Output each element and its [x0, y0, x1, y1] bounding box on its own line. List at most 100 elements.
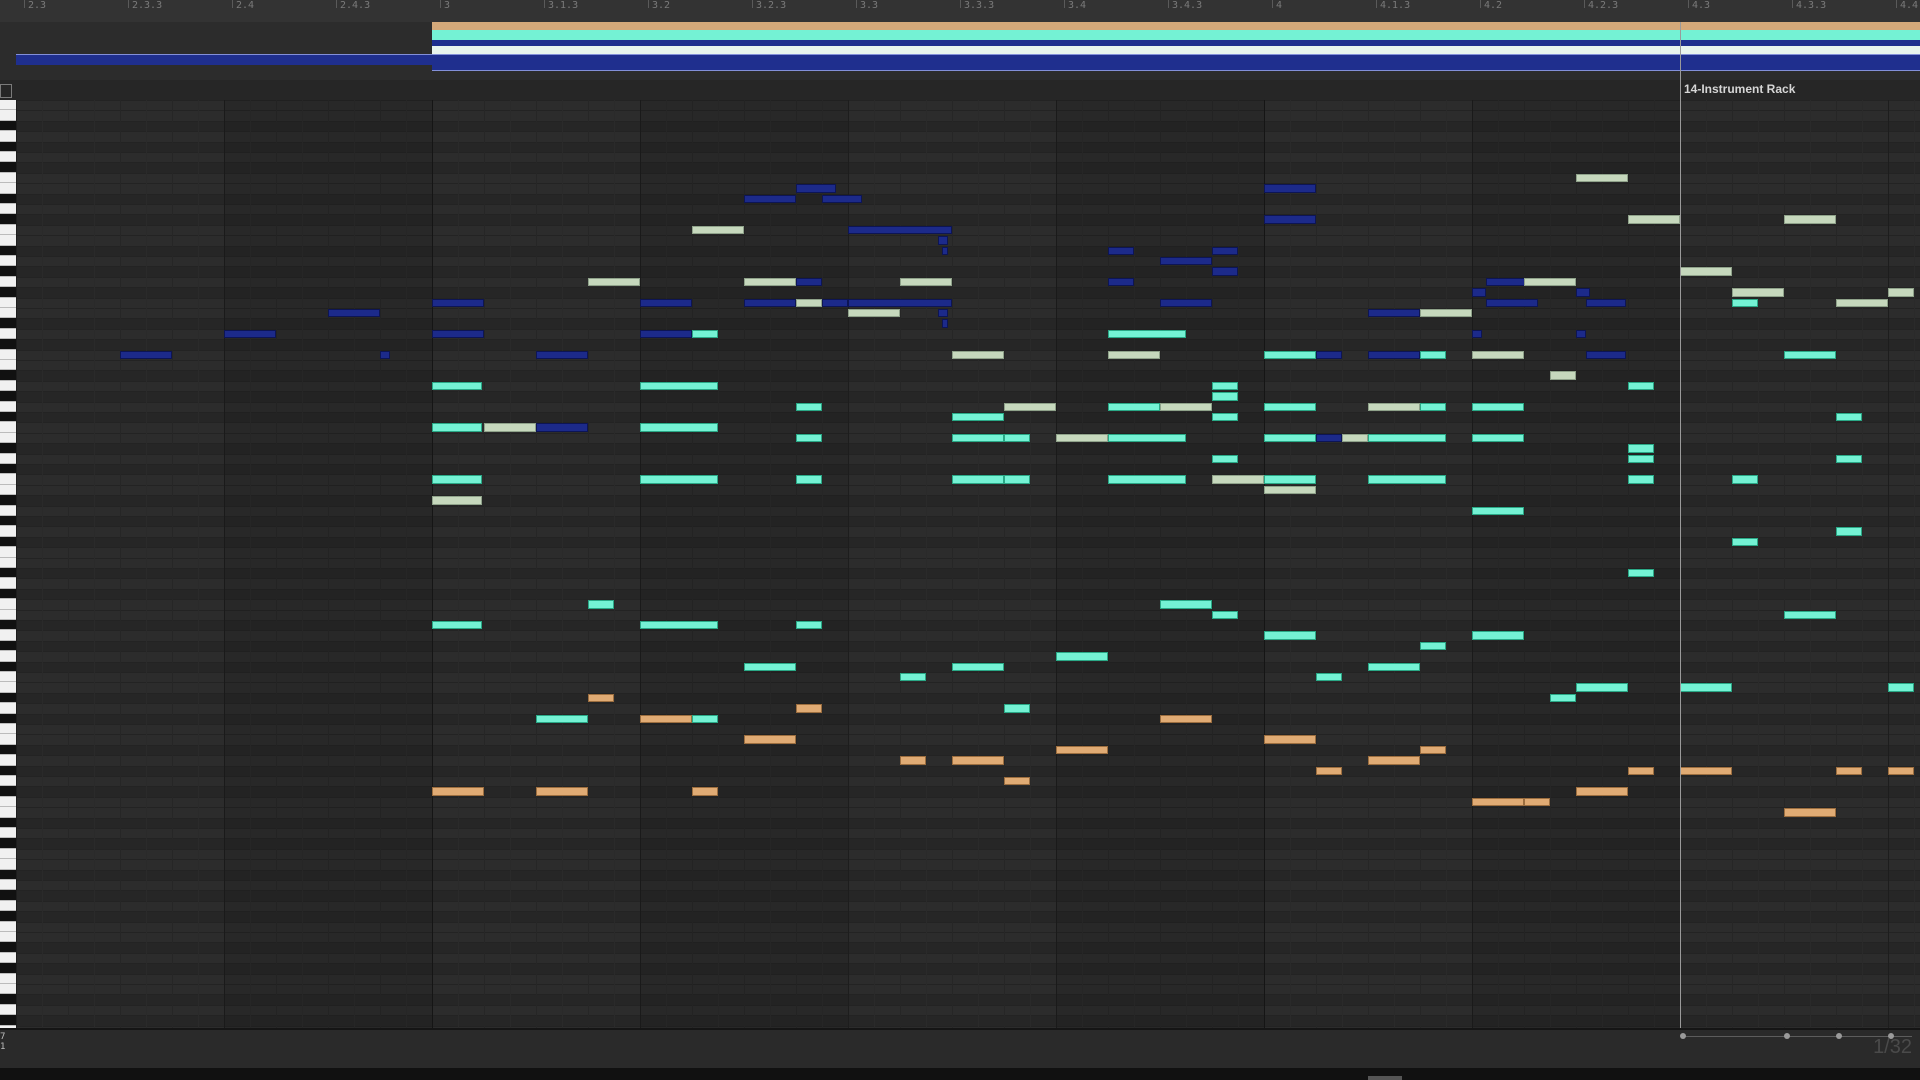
piano-key-white[interactable]	[0, 401, 16, 412]
piano-key-white[interactable]	[0, 328, 16, 340]
midi-note-cyan[interactable]	[432, 621, 482, 630]
midi-note-orange[interactable]	[796, 704, 822, 713]
midi-note-cyan[interactable]	[1836, 527, 1862, 536]
midi-note-navy[interactable]	[1368, 309, 1420, 318]
piano-key-white[interactable]	[0, 828, 16, 839]
midi-note-pale[interactable]	[588, 277, 640, 287]
clip-overview-strip[interactable]	[0, 22, 1920, 80]
midi-note-cyan[interactable]	[640, 621, 718, 630]
midi-note-cyan[interactable]	[432, 381, 482, 391]
midi-note-navy[interactable]	[744, 298, 796, 307]
piano-key-white[interactable]	[0, 349, 16, 360]
piano-key-white[interactable]	[0, 484, 16, 496]
piano-key-black[interactable]	[0, 765, 16, 776]
piano-key-white[interactable]	[0, 526, 16, 537]
midi-note-pale[interactable]	[1342, 433, 1368, 443]
midi-note-cyan[interactable]	[952, 475, 1004, 484]
midi-note-navy[interactable]	[1212, 246, 1238, 255]
midi-note-pale[interactable]	[432, 496, 482, 505]
midi-note-cyan[interactable]	[796, 433, 822, 443]
midi-note-pale[interactable]	[796, 298, 822, 307]
midi-note-navy[interactable]	[1586, 298, 1626, 307]
piano-key-black[interactable]	[0, 942, 16, 953]
piano-key-black[interactable]	[0, 120, 16, 132]
piano-key-white[interactable]	[0, 453, 16, 464]
midi-note-navy[interactable]	[1472, 329, 1482, 339]
piano-key-white[interactable]	[0, 276, 16, 288]
piano-key-white[interactable]	[0, 703, 16, 714]
midi-note-cyan[interactable]	[1732, 298, 1758, 307]
midi-note-navy[interactable]	[328, 309, 380, 318]
fold-toggle[interactable]	[0, 84, 12, 98]
midi-note-navy[interactable]	[1108, 246, 1134, 255]
midi-note-cyan[interactable]	[1784, 610, 1836, 619]
piano-key-black[interactable]	[0, 963, 16, 974]
piano-key-white[interactable]	[0, 547, 16, 558]
midi-note-cyan[interactable]	[1472, 506, 1524, 515]
midi-note-pale[interactable]	[484, 423, 536, 432]
piano-key-black[interactable]	[0, 495, 16, 506]
piano-key-black[interactable]	[0, 412, 16, 423]
midi-note-cyan[interactable]	[1628, 444, 1654, 453]
midi-note-navy[interactable]	[1316, 433, 1342, 443]
midi-note-cyan[interactable]	[1316, 673, 1342, 682]
velocity-dot[interactable]	[1680, 1033, 1686, 1039]
piano-key-white[interactable]	[0, 172, 16, 184]
midi-note-orange[interactable]	[1888, 766, 1914, 775]
piano-key-white[interactable]	[0, 973, 16, 984]
midi-note-cyan[interactable]	[1056, 652, 1108, 661]
midi-note-cyan[interactable]	[640, 475, 718, 484]
midi-note-pale[interactable]	[1004, 402, 1056, 411]
midi-note-pale[interactable]	[1212, 475, 1264, 484]
piano-key-white[interactable]	[0, 880, 16, 891]
midi-note-cyan[interactable]	[796, 621, 822, 630]
midi-note-navy[interactable]	[796, 277, 822, 287]
midi-note-pale[interactable]	[1108, 350, 1160, 359]
midi-note-navy[interactable]	[848, 225, 952, 235]
midi-note-cyan[interactable]	[1836, 413, 1862, 422]
midi-note-orange[interactable]	[1472, 797, 1524, 807]
midi-note-navy[interactable]	[1212, 267, 1238, 276]
midi-note-orange[interactable]	[640, 714, 692, 723]
midi-note-pale[interactable]	[1264, 485, 1316, 495]
midi-note-pale[interactable]	[692, 225, 744, 235]
midi-note-cyan[interactable]	[1212, 610, 1238, 619]
piano-key-black[interactable]	[0, 588, 16, 600]
midi-note-cyan[interactable]	[1550, 693, 1576, 703]
piano-key-black[interactable]	[0, 536, 16, 548]
midi-note-cyan[interactable]	[1004, 475, 1030, 484]
midi-note-navy[interactable]	[942, 319, 948, 328]
piano-key-white[interactable]	[0, 235, 16, 246]
midi-note-orange[interactable]	[1628, 766, 1654, 775]
midi-note-navy[interactable]	[822, 194, 862, 203]
midi-note-cyan[interactable]	[952, 662, 1004, 671]
piano-key-white[interactable]	[0, 224, 16, 236]
midi-note-orange[interactable]	[1316, 766, 1342, 775]
piano-key-white[interactable]	[0, 256, 16, 267]
midi-note-cyan[interactable]	[1160, 600, 1212, 609]
midi-note-cyan[interactable]	[1576, 683, 1628, 692]
midi-note-orange[interactable]	[952, 756, 1004, 765]
midi-note-navy[interactable]	[432, 329, 484, 339]
midi-note-navy[interactable]	[1264, 215, 1316, 224]
piano-key-black[interactable]	[0, 838, 16, 849]
midi-note-pale[interactable]	[744, 277, 796, 287]
midi-note-cyan[interactable]	[1212, 392, 1238, 401]
piano-key-black[interactable]	[0, 287, 16, 298]
midi-note-orange[interactable]	[1524, 797, 1550, 807]
piano-key-white[interactable]	[0, 672, 16, 683]
grid-value-label[interactable]: 1/32	[1873, 1036, 1912, 1059]
midi-note-navy[interactable]	[536, 423, 588, 432]
midi-note-navy[interactable]	[744, 194, 796, 203]
midi-note-orange[interactable]	[1784, 808, 1836, 817]
piano-key-white[interactable]	[0, 755, 16, 766]
midi-note-navy[interactable]	[938, 236, 948, 245]
piano-key-white[interactable]	[0, 152, 16, 163]
midi-note-cyan[interactable]	[1420, 350, 1446, 359]
piano-key-black[interactable]	[0, 464, 16, 475]
midi-note-navy[interactable]	[224, 329, 276, 339]
piano-key-white[interactable]	[0, 183, 16, 194]
midi-note-cyan[interactable]	[1264, 631, 1316, 640]
piano-key-white[interactable]	[0, 932, 16, 943]
midi-note-cyan[interactable]	[692, 329, 718, 339]
